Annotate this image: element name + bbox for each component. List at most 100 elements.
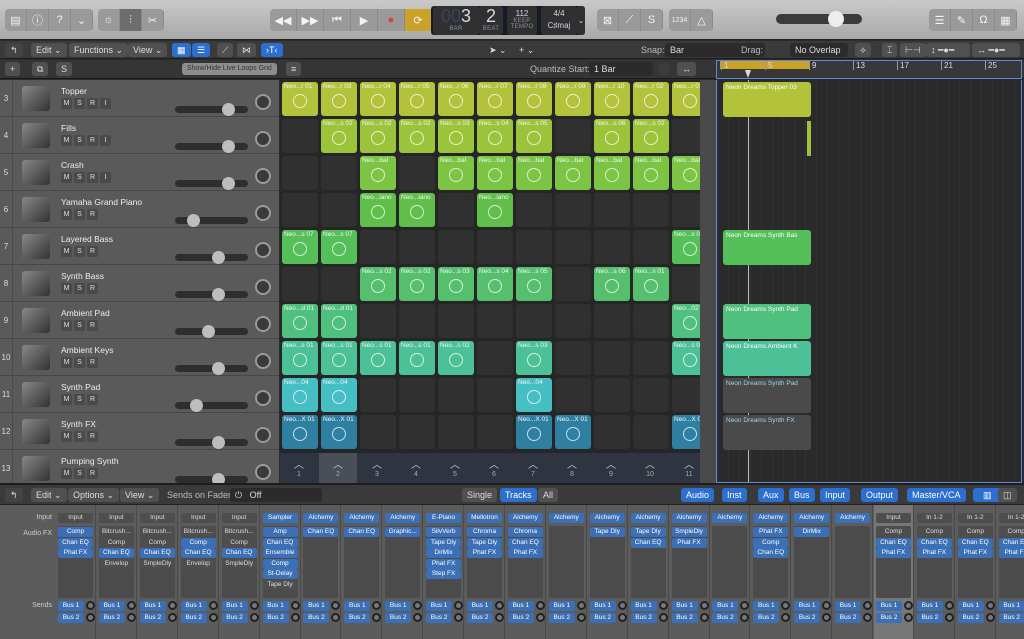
audio-fx-slot[interactable]: DirMix bbox=[794, 527, 830, 537]
volume-knob[interactable] bbox=[187, 214, 200, 227]
track-header[interactable]: 9 Ambient Pad M S R bbox=[0, 302, 279, 339]
audio-fx-slot[interactable]: Step FX bbox=[426, 569, 462, 579]
audio-fx-slot[interactable]: Chan EQ bbox=[957, 537, 993, 548]
volume-knob[interactable] bbox=[221, 140, 235, 153]
input-slot[interactable]: E-Piano bbox=[426, 513, 462, 523]
loop-cell[interactable]: Neo...X 01 bbox=[321, 415, 357, 449]
mute-button[interactable]: M bbox=[61, 320, 72, 331]
audio-fx-slot[interactable]: Chan EQ bbox=[139, 548, 175, 558]
pan-knob[interactable] bbox=[255, 205, 271, 221]
audio-fx-slot[interactable]: SilvVerb bbox=[426, 527, 462, 537]
scene-trigger[interactable]: ︿ 7 bbox=[514, 453, 552, 483]
input-slot[interactable]: Input bbox=[180, 513, 216, 523]
send-level-knob[interactable] bbox=[167, 601, 177, 610]
empty-cell[interactable] bbox=[672, 378, 700, 412]
scene-trigger[interactable]: ︿ 8 bbox=[553, 453, 591, 483]
loop-cell[interactable]: Neo...s 03 bbox=[438, 267, 474, 301]
pointer-tool[interactable]: ➤ ⌄ bbox=[484, 43, 512, 57]
send-slot[interactable]: Bus 1 bbox=[630, 601, 657, 611]
volume-knob[interactable] bbox=[212, 436, 226, 449]
record-enable-button[interactable]: R bbox=[87, 246, 98, 257]
loop-cell[interactable]: Neo...s 06 bbox=[594, 119, 630, 153]
audio-fx-slot[interactable]: Phat FX bbox=[671, 537, 707, 548]
mixer-view-menu[interactable]: View ⌄ bbox=[120, 488, 160, 502]
sends-on-faders-select[interactable]: ⏻ Off bbox=[230, 488, 322, 502]
input-slot[interactable]: Alchemy bbox=[589, 513, 625, 523]
back-icon[interactable]: ↰ bbox=[5, 43, 23, 57]
loop-cell[interactable]: Neo...s 03 bbox=[516, 341, 552, 375]
loop-cell[interactable]: Neo...s 05 bbox=[516, 119, 552, 153]
send-level-knob[interactable] bbox=[904, 613, 913, 622]
send-level-knob[interactable] bbox=[822, 613, 832, 622]
loop-cell[interactable]: Neo...s 04 bbox=[477, 119, 513, 153]
audio-fx-slot[interactable]: Chan EQ bbox=[876, 537, 911, 548]
send-slot[interactable]: Bus 1 bbox=[589, 601, 616, 611]
track-name[interactable]: Yamaha Grand Piano bbox=[61, 197, 142, 207]
empty-cell[interactable] bbox=[438, 193, 474, 227]
loop-cell[interactable]: Neo...s 01 bbox=[282, 341, 318, 375]
audio-fx-slot[interactable]: Comp bbox=[180, 537, 216, 548]
loop-cell[interactable]: Neo...s 07 bbox=[282, 230, 318, 264]
loop-cell[interactable]: Neo...r 10 bbox=[594, 82, 630, 116]
send-slot[interactable]: Bus 2 bbox=[671, 613, 698, 623]
send-level-knob[interactable] bbox=[822, 601, 832, 610]
record-enable-button[interactable]: R bbox=[87, 172, 98, 183]
send-slot[interactable]: Bus 2 bbox=[589, 613, 616, 623]
send-level-knob[interactable] bbox=[576, 613, 586, 622]
volume-slider[interactable] bbox=[175, 362, 248, 375]
empty-cell[interactable] bbox=[633, 304, 669, 338]
track-header[interactable]: 7 Layered Bass M S R bbox=[0, 228, 279, 265]
audio-fx-slot[interactable]: Comp bbox=[221, 537, 257, 548]
mixer-icon[interactable]: ⫶ bbox=[120, 9, 142, 31]
audio-fx-slot[interactable]: Chroma bbox=[467, 527, 502, 537]
audio-fx-slot[interactable]: Chan EQ bbox=[58, 537, 93, 548]
grid-options-icon[interactable]: ≡ bbox=[286, 62, 302, 76]
lcd-display[interactable]: 003 BAR 2 BEAT 112 KEEP TEMPO 4/4 C♯maj … bbox=[431, 6, 585, 35]
send-slot[interactable]: Bus 2 bbox=[998, 613, 1024, 623]
empty-cell[interactable] bbox=[282, 156, 318, 190]
record-enable-button[interactable]: R bbox=[87, 431, 98, 442]
loop-cell[interactable]: Neo...s 01 bbox=[672, 341, 700, 375]
audio-fx-slot[interactable]: Tape Dly bbox=[467, 537, 502, 548]
empty-cell[interactable] bbox=[672, 267, 700, 301]
send-slot[interactable]: Bus 2 bbox=[548, 613, 575, 623]
tracks-view-button[interactable]: ☰ bbox=[192, 43, 211, 57]
track-header[interactable]: 11 Synth Pad M S R bbox=[0, 376, 279, 413]
input-monitor-button[interactable]: I bbox=[100, 135, 111, 146]
send-slot[interactable]: Bus 1 bbox=[58, 601, 84, 611]
mute-button[interactable]: M bbox=[61, 357, 72, 368]
scene-trigger[interactable]: ︿ 3 bbox=[358, 453, 396, 483]
scene-trigger[interactable]: ︿ 1 bbox=[280, 453, 318, 483]
send-level-knob[interactable] bbox=[290, 613, 300, 622]
vertical-zoom-slider[interactable]: ↕ ━●━ bbox=[926, 43, 970, 57]
input-slot[interactable]: Alchemy bbox=[794, 513, 830, 523]
loop-cell[interactable]: Neo...04 bbox=[516, 378, 552, 412]
volume-slider[interactable] bbox=[175, 140, 248, 153]
pan-knob[interactable] bbox=[255, 390, 271, 406]
input-slot[interactable]: Input bbox=[98, 513, 134, 523]
send-slot[interactable]: Bus 1 bbox=[957, 601, 984, 611]
send-slot[interactable]: Bus 1 bbox=[180, 601, 207, 611]
flex-icon[interactable]: ⋈ bbox=[237, 43, 256, 57]
send-slot[interactable]: Bus 2 bbox=[916, 613, 943, 623]
track-header[interactable]: 8 Synth Bass M S R bbox=[0, 265, 279, 302]
audio-fx-slot[interactable]: DirMix bbox=[426, 548, 462, 558]
audio-fx-slot[interactable]: Chan EQ bbox=[916, 537, 952, 548]
audio-fx-slot[interactable]: SmpleDly bbox=[221, 558, 257, 569]
send-slot[interactable]: Bus 1 bbox=[507, 601, 534, 611]
filter-master-vca[interactable]: Master/VCA bbox=[907, 488, 966, 502]
fills-region[interactable] bbox=[807, 121, 811, 156]
send-slot[interactable]: Bus 2 bbox=[98, 613, 125, 623]
send-slot[interactable]: Bus 1 bbox=[998, 601, 1024, 611]
audio-fx-slot[interactable]: Chan EQ bbox=[507, 537, 543, 548]
volume-slider[interactable] bbox=[175, 399, 248, 412]
loop-cell[interactable]: Neo...s 02 bbox=[360, 119, 396, 153]
send-level-knob[interactable] bbox=[413, 613, 423, 622]
loop-cell[interactable]: Neo...04 bbox=[282, 378, 318, 412]
loop-cell[interactable]: Neo...r 03 bbox=[321, 82, 357, 116]
pan-knob[interactable] bbox=[255, 279, 271, 295]
audio-fx-slot[interactable]: Comp bbox=[876, 527, 911, 537]
view-tab-single[interactable]: Single bbox=[462, 488, 498, 502]
mixer-edit-menu[interactable]: Edit ⌄ bbox=[31, 488, 67, 502]
loop-cell[interactable]: Neo...bal bbox=[438, 156, 474, 190]
